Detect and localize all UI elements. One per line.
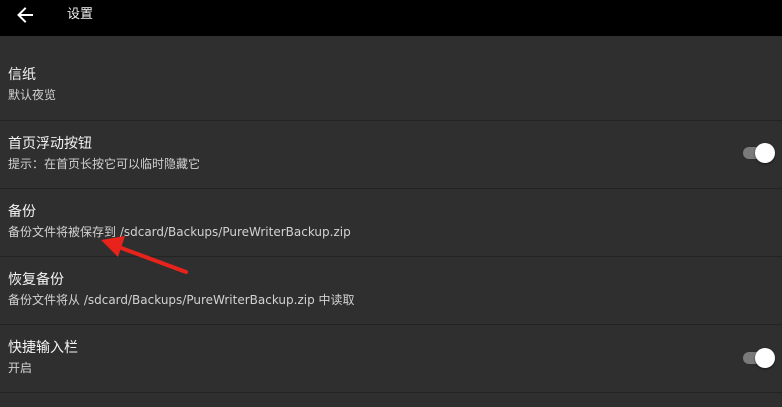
setting-quick-input-bar[interactable]: 快捷输入栏 开启 <box>0 325 782 393</box>
setting-subtitle: 备份文件将被保存到 /sdcard/Backups/PureWriterBack… <box>8 225 351 239</box>
app-bar: 设置 <box>0 0 782 36</box>
page-title: 设置 <box>67 7 94 22</box>
setting-title: 备份 <box>8 204 36 220</box>
setting-stationery[interactable]: 信纸 默认夜览 <box>0 53 782 121</box>
setting-title: 信纸 <box>8 67 36 83</box>
home-fab-toggle[interactable] <box>743 142 775 164</box>
setting-backup[interactable]: 备份 备份文件将被保存到 /sdcard/Backups/PureWriterB… <box>0 189 782 257</box>
setting-subtitle: 提示：在首页长按它可以临时隐藏它 <box>8 157 201 171</box>
setting-restore-backup[interactable]: 恢复备份 备份文件将从 /sdcard/Backups/PureWriterBa… <box>0 257 782 325</box>
arrow-left-icon <box>17 7 33 23</box>
setting-title: 恢复备份 <box>8 272 64 288</box>
setting-subtitle: 默认夜览 <box>8 88 57 102</box>
back-button[interactable] <box>12 2 38 28</box>
setting-subtitle: 备份文件将从 /sdcard/Backups/PureWriterBackup.… <box>8 293 355 307</box>
quick-input-bar-toggle[interactable] <box>743 347 775 369</box>
setting-subtitle: 开启 <box>8 361 33 375</box>
toggle-thumb <box>755 348 775 368</box>
toggle-thumb <box>755 143 775 163</box>
setting-home-fab[interactable]: 首页浮动按钮 提示：在首页长按它可以临时隐藏它 <box>0 121 782 189</box>
setting-title: 首页浮动按钮 <box>8 136 92 152</box>
setting-title: 快捷输入栏 <box>8 340 78 356</box>
